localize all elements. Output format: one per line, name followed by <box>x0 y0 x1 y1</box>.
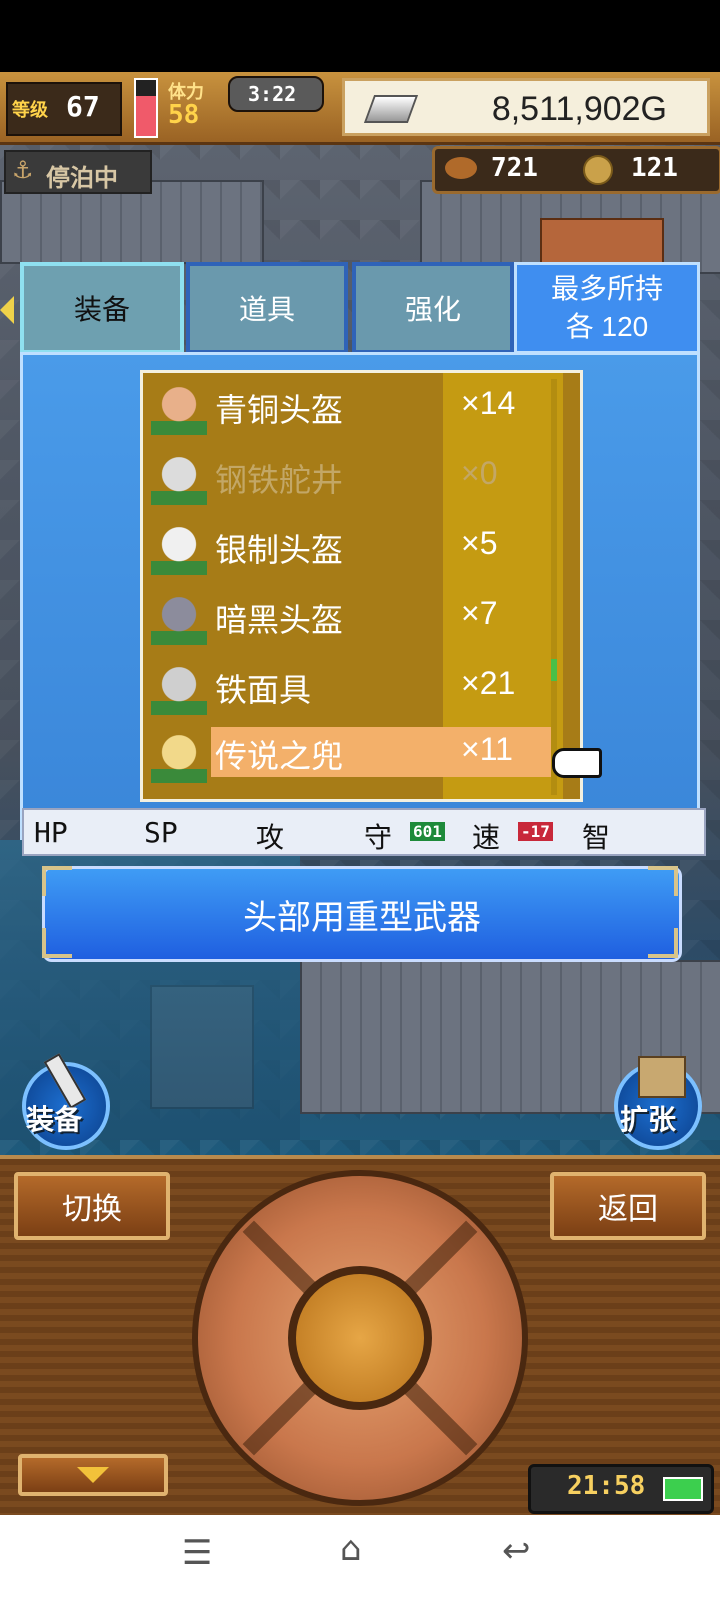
tab-enhance[interactable]: 强化 <box>352 262 514 354</box>
back-icon[interactable]: ↩ <box>502 1531 531 1571</box>
item-qty: ×7 <box>461 595 498 631</box>
home-icon[interactable]: ⌂ <box>340 1529 362 1569</box>
list-item[interactable]: 铁面具 ×21 <box>143 653 563 723</box>
level-label: 等级 <box>12 100 48 121</box>
menu-icon[interactable]: ☰ <box>182 1533 212 1573</box>
stat-def-value: 601 <box>410 822 445 841</box>
list-item[interactable]: 青铜头盔 ×14 <box>143 373 563 443</box>
list-item[interactable]: 钢铁舵井 ×0 <box>143 443 563 513</box>
status-bar <box>0 0 720 72</box>
switch-label: 切换 <box>62 1193 122 1226</box>
level-box: 等级 67 <box>6 82 122 136</box>
item-qty: ×5 <box>461 525 498 561</box>
money-box: 8,511,902G <box>342 78 710 136</box>
system-clock: 21:58 <box>567 1471 646 1501</box>
stats-bar: HP SP 攻 守 601 速 -17 智 <box>22 808 706 856</box>
frame-corner <box>42 866 72 896</box>
item-name: 青铜头盔 <box>215 392 344 428</box>
status-text: 停泊中 <box>46 164 118 192</box>
list-item-selected[interactable]: 传说之兜 ×11 <box>143 727 563 797</box>
clock-battery: 21:58 <box>528 1464 714 1514</box>
description-text: 头部用重型武器 <box>243 898 481 937</box>
item-name: 传说之兜 <box>215 738 344 774</box>
bronze-helmet-icon <box>151 379 207 435</box>
resource-bar: 721 121 <box>432 146 720 194</box>
tab-enhance-label: 强化 <box>404 294 461 325</box>
stat-hp: HP <box>34 816 68 849</box>
frame-corner <box>648 928 678 958</box>
clock-box: 3:22 <box>228 76 324 112</box>
item-qty: ×11 <box>461 731 513 767</box>
expand-round-label: 扩张 <box>620 1103 677 1136</box>
equip-round-label: 装备 <box>26 1103 83 1136</box>
coin-count: 121 <box>631 153 678 183</box>
max-hold-label: 最多所持 <box>550 273 663 304</box>
max-hold-info: 最多所持 各 120 <box>514 262 700 354</box>
food-count: 721 <box>491 153 538 183</box>
bag-icon <box>638 1056 686 1098</box>
frame-corner <box>42 928 72 958</box>
tab-left-arrow[interactable] <box>0 296 14 324</box>
stamina-value: 58 <box>168 100 200 130</box>
item-name: 铁面具 <box>215 672 312 708</box>
item-name: 钢铁舵井 <box>215 462 344 498</box>
stat-spd: 速 <box>472 821 501 854</box>
back-label: 返回 <box>598 1193 658 1226</box>
money-value: 8,511,902G <box>491 90 667 128</box>
item-description: 头部用重型武器 <box>42 866 682 962</box>
item-qty: ×0 <box>461 455 498 491</box>
stat-spd-value: -17 <box>518 822 553 841</box>
list-item[interactable]: 暗黑头盔 ×7 <box>143 583 563 653</box>
dpad-center-button[interactable] <box>288 1266 432 1410</box>
tab-equip-label: 装备 <box>73 294 130 325</box>
stat-atk: 攻 <box>256 821 285 854</box>
food-icon <box>445 157 477 179</box>
item-qty: ×14 <box>461 385 516 421</box>
menu-down-button[interactable] <box>18 1454 168 1496</box>
item-qty: ×21 <box>461 665 516 701</box>
pointer-hand-icon <box>552 748 602 778</box>
stat-def: 守 <box>364 821 393 854</box>
list-item[interactable]: 银制头盔 ×5 <box>143 513 563 583</box>
stat-sp: SP <box>144 816 178 849</box>
status-badge: ⚓ 停泊中 <box>4 150 152 194</box>
dark-helmet-icon <box>151 589 207 645</box>
chevron-down-icon <box>77 1467 109 1483</box>
item-name: 银制头盔 <box>215 532 344 568</box>
item-list[interactable]: 青铜头盔 ×14 钢铁舵井 ×0 银制头盔 ×5 暗黑头盔 ×7 铁面具 ×21… <box>140 370 583 802</box>
iron-mask-icon <box>151 659 207 715</box>
level-value: 67 <box>66 90 100 123</box>
anchor-icon: ⚓ <box>12 156 34 184</box>
game-time: 3:22 <box>248 82 297 106</box>
frame-corner <box>648 866 678 896</box>
switch-button[interactable]: 切换 <box>14 1172 170 1240</box>
silver-bar-icon <box>363 95 419 123</box>
item-name: 暗黑头盔 <box>215 602 344 638</box>
max-hold-value: 各 120 <box>565 311 649 342</box>
steel-helmet-icon <box>151 449 207 505</box>
stat-int: 智 <box>582 821 611 854</box>
legend-helmet-icon <box>151 727 207 783</box>
tab-items-label: 道具 <box>238 294 295 325</box>
back-button[interactable]: 返回 <box>550 1172 706 1240</box>
tab-items[interactable]: 道具 <box>186 262 348 354</box>
tab-equip[interactable]: 装备 <box>20 262 184 354</box>
system-nav-bar: ☰ ⌂ ↩ <box>0 1515 720 1600</box>
battery-icon <box>663 1477 703 1501</box>
stamina-gauge <box>134 78 158 138</box>
silver-helmet-icon <box>151 519 207 575</box>
coin-icon <box>583 155 613 185</box>
